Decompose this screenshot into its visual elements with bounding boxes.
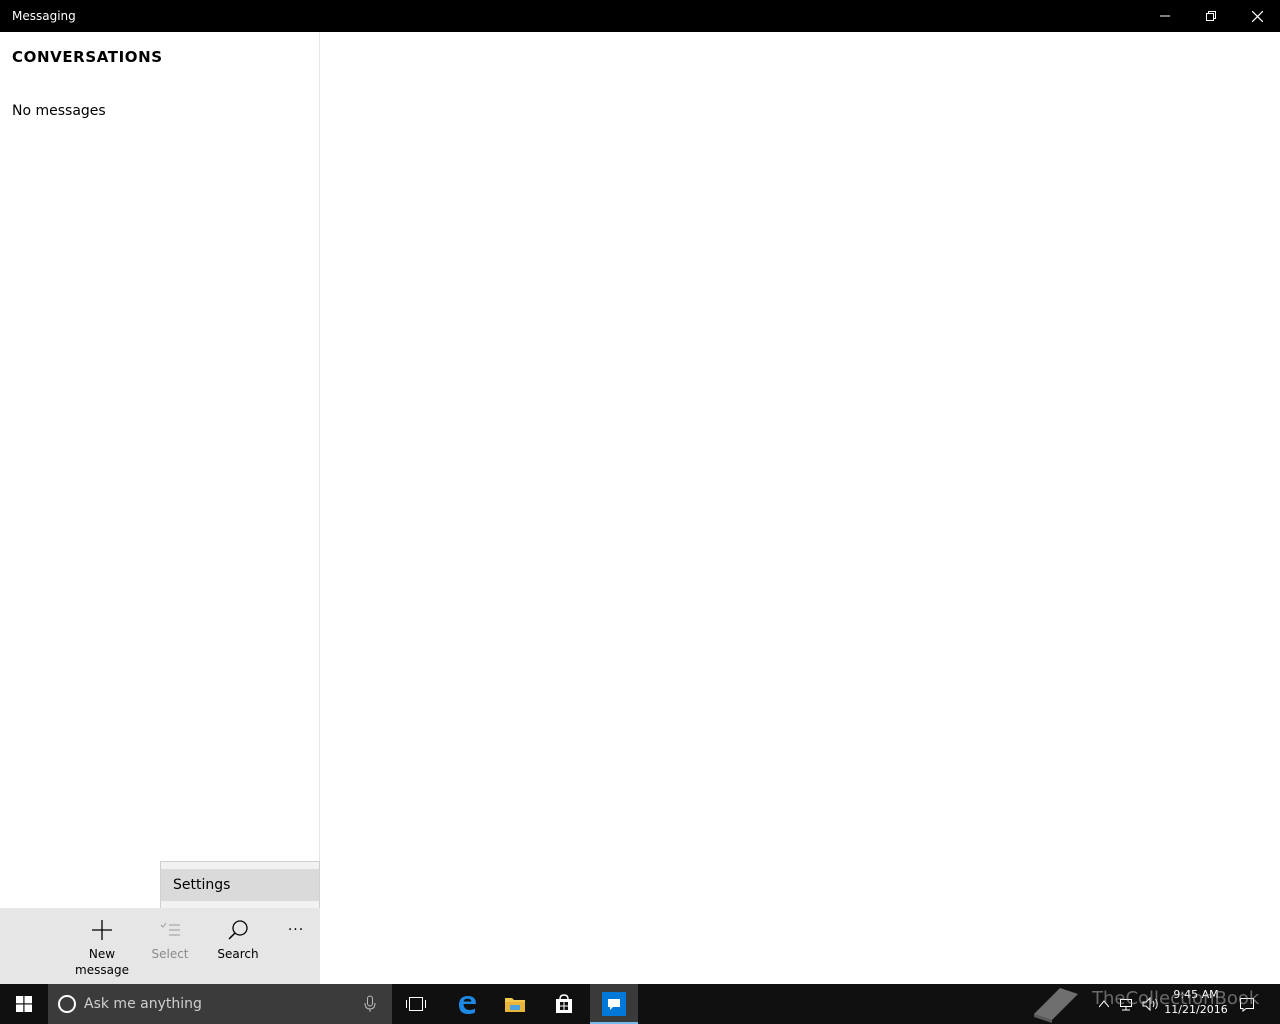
select-label: Select (151, 947, 189, 961)
cortana-search-box[interactable]: Ask me anything (48, 984, 392, 1024)
conversations-pane: CONVERSATIONS No messages (0, 32, 320, 984)
more-options-flyout: Settings (160, 861, 320, 908)
action-center-button[interactable] (1236, 984, 1258, 1024)
more-button[interactable]: ··· (280, 920, 312, 944)
close-icon (1251, 10, 1263, 22)
messaging-icon (602, 992, 626, 1016)
search-icon (206, 918, 270, 942)
clock-date: 11/21/2016 (1164, 1003, 1228, 1016)
new-message-button[interactable]: New message (70, 918, 134, 978)
cortana-icon (58, 995, 76, 1013)
volume-button[interactable] (1140, 984, 1162, 1024)
plus-icon (70, 918, 134, 942)
settings-menu-item[interactable]: Settings (161, 869, 319, 901)
volume-icon (1142, 997, 1158, 1011)
select-button[interactable]: Select (138, 918, 202, 978)
action-center-icon (1240, 997, 1254, 1012)
task-view-icon (406, 997, 426, 1011)
conversations-heading: CONVERSATIONS (12, 48, 163, 66)
taskbar: Ask me anything 9:45 AM 11/21/2016 (0, 984, 1280, 1024)
empty-conversations-text: No messages (12, 103, 106, 119)
network-button[interactable] (1116, 984, 1138, 1024)
new-message-label-line1: New (88, 947, 116, 961)
settings-menu-item-label: Settings (173, 877, 231, 893)
command-bar: New message Select Search ··· (0, 908, 320, 984)
taskbar-clock[interactable]: 9:45 AM 11/21/2016 (1160, 987, 1232, 1017)
search-label: Search (217, 947, 259, 961)
new-message-label-line2: message (75, 963, 129, 977)
microphone-icon[interactable] (364, 995, 376, 1013)
close-button[interactable] (1234, 0, 1280, 32)
messaging-taskbar-button[interactable] (590, 984, 638, 1024)
network-icon (1120, 999, 1132, 1011)
show-hidden-icons-button[interactable] (1094, 984, 1114, 1024)
task-view-button[interactable] (392, 984, 440, 1024)
new-message-label: New message (70, 946, 134, 978)
minimize-icon (1160, 15, 1170, 17)
minimize-button[interactable] (1142, 0, 1188, 32)
more-icon: ··· (287, 922, 305, 938)
store-button[interactable] (540, 984, 588, 1024)
edge-button[interactable] (443, 984, 491, 1024)
window-title: Messaging (12, 9, 76, 23)
multi-select-icon (138, 918, 202, 942)
windows-logo-icon (16, 996, 32, 1012)
file-explorer-button[interactable] (491, 984, 539, 1024)
title-bar: Messaging (0, 0, 1280, 32)
store-icon (556, 994, 572, 1013)
search-placeholder: Ask me anything (84, 996, 202, 1012)
edge-icon (459, 996, 476, 1014)
restore-icon (1206, 11, 1216, 21)
clock-time: 9:45 AM (1173, 988, 1219, 1001)
chevron-up-icon (1099, 1000, 1109, 1008)
restore-button[interactable] (1188, 0, 1234, 32)
search-button[interactable]: Search (206, 918, 270, 978)
file-explorer-icon (505, 998, 525, 1012)
start-button[interactable] (0, 984, 48, 1024)
